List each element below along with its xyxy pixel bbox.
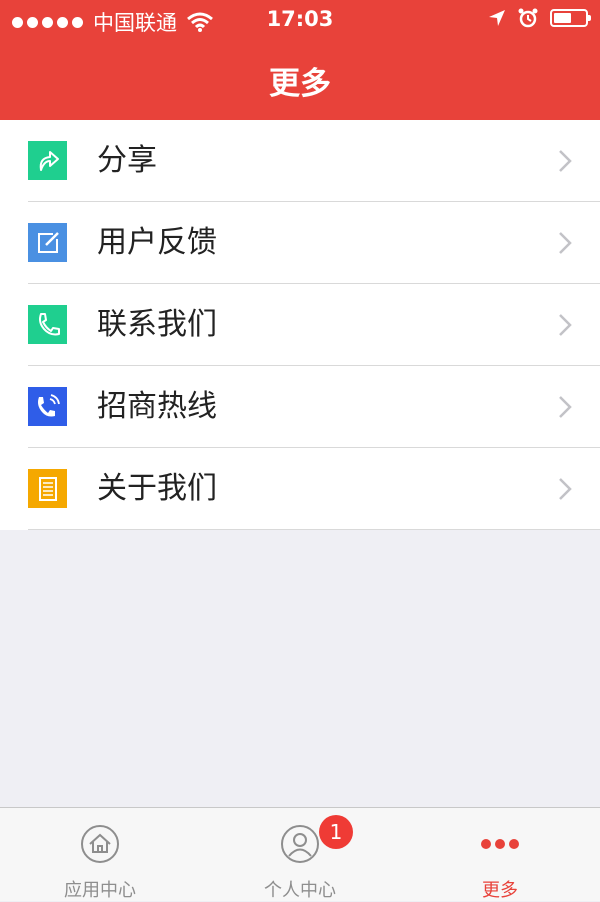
menu-item-about-us[interactable]: 关于我们	[0, 448, 600, 530]
document-icon	[28, 469, 67, 508]
menu-item-share[interactable]: 分享	[0, 120, 600, 202]
menu-list: 分享 用户反馈 联系我们 招商热线 关于我们	[0, 120, 600, 530]
chevron-right-icon	[559, 232, 572, 254]
share-icon	[28, 141, 67, 180]
menu-item-label: 招商热线	[97, 389, 217, 424]
alarm-clock-icon	[518, 8, 538, 28]
user-icon	[281, 825, 319, 863]
more-dots-icon	[481, 839, 519, 849]
phone-call-icon	[28, 387, 67, 426]
tab-bar: 应用中心 1 个人中心 更多	[0, 807, 600, 901]
tab-label: 个人中心	[264, 880, 336, 901]
menu-item-label: 用户反馈	[97, 225, 217, 260]
battery-level	[554, 13, 571, 23]
feedback-edit-icon	[28, 223, 67, 262]
tab-personal-center[interactable]: 1 个人中心	[200, 808, 400, 901]
status-bar: 中国联通 17:03	[0, 0, 600, 40]
tab-app-center[interactable]: 应用中心	[0, 808, 200, 901]
tab-label: 应用中心	[64, 880, 136, 901]
chevron-right-icon	[559, 150, 572, 172]
chevron-right-icon	[559, 478, 572, 500]
menu-item-label: 联系我们	[97, 307, 217, 342]
menu-item-feedback[interactable]: 用户反馈	[0, 202, 600, 284]
menu-item-label: 关于我们	[97, 471, 217, 506]
menu-item-contact-us[interactable]: 联系我们	[0, 284, 600, 366]
app-header: 中国联通 17:03 更多	[0, 0, 600, 120]
tab-label: 更多	[482, 880, 518, 901]
tab-more[interactable]: 更多	[400, 808, 600, 901]
location-arrow-icon	[489, 10, 505, 26]
chevron-right-icon	[559, 396, 572, 418]
chevron-right-icon	[559, 314, 572, 336]
phone-icon	[28, 305, 67, 344]
battery-icon	[550, 9, 591, 27]
page-title: 更多	[269, 66, 331, 102]
menu-item-label: 分享	[97, 143, 157, 178]
home-icon	[81, 825, 119, 863]
notification-badge: 1	[319, 815, 353, 849]
menu-item-business-hotline[interactable]: 招商热线	[0, 366, 600, 448]
